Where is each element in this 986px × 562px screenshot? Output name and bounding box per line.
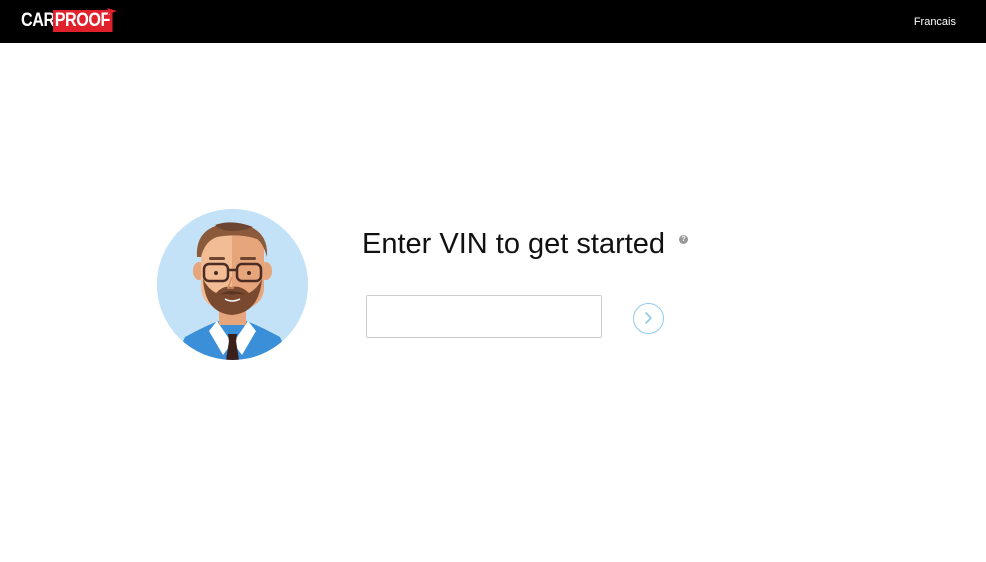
submit-vin-button[interactable]: [633, 303, 664, 334]
top-navigation-bar: CAR PROOF Francais: [0, 0, 986, 43]
carproof-logo[interactable]: CAR PROOF: [21, 8, 117, 32]
page-heading: Enter VIN to get started: [362, 228, 666, 260]
language-toggle-link[interactable]: Francais: [914, 16, 956, 28]
logo-text-proof: PROOF: [53, 10, 113, 32]
vin-input[interactable]: [366, 295, 602, 338]
logo-text-car: CAR: [21, 10, 55, 31]
chevron-right-icon: [645, 312, 652, 324]
maple-leaf-icon: [107, 8, 117, 15]
help-icon[interactable]: ?: [679, 235, 688, 244]
avatar-illustration: [157, 209, 308, 360]
bearded-man-avatar-icon: [157, 209, 308, 360]
